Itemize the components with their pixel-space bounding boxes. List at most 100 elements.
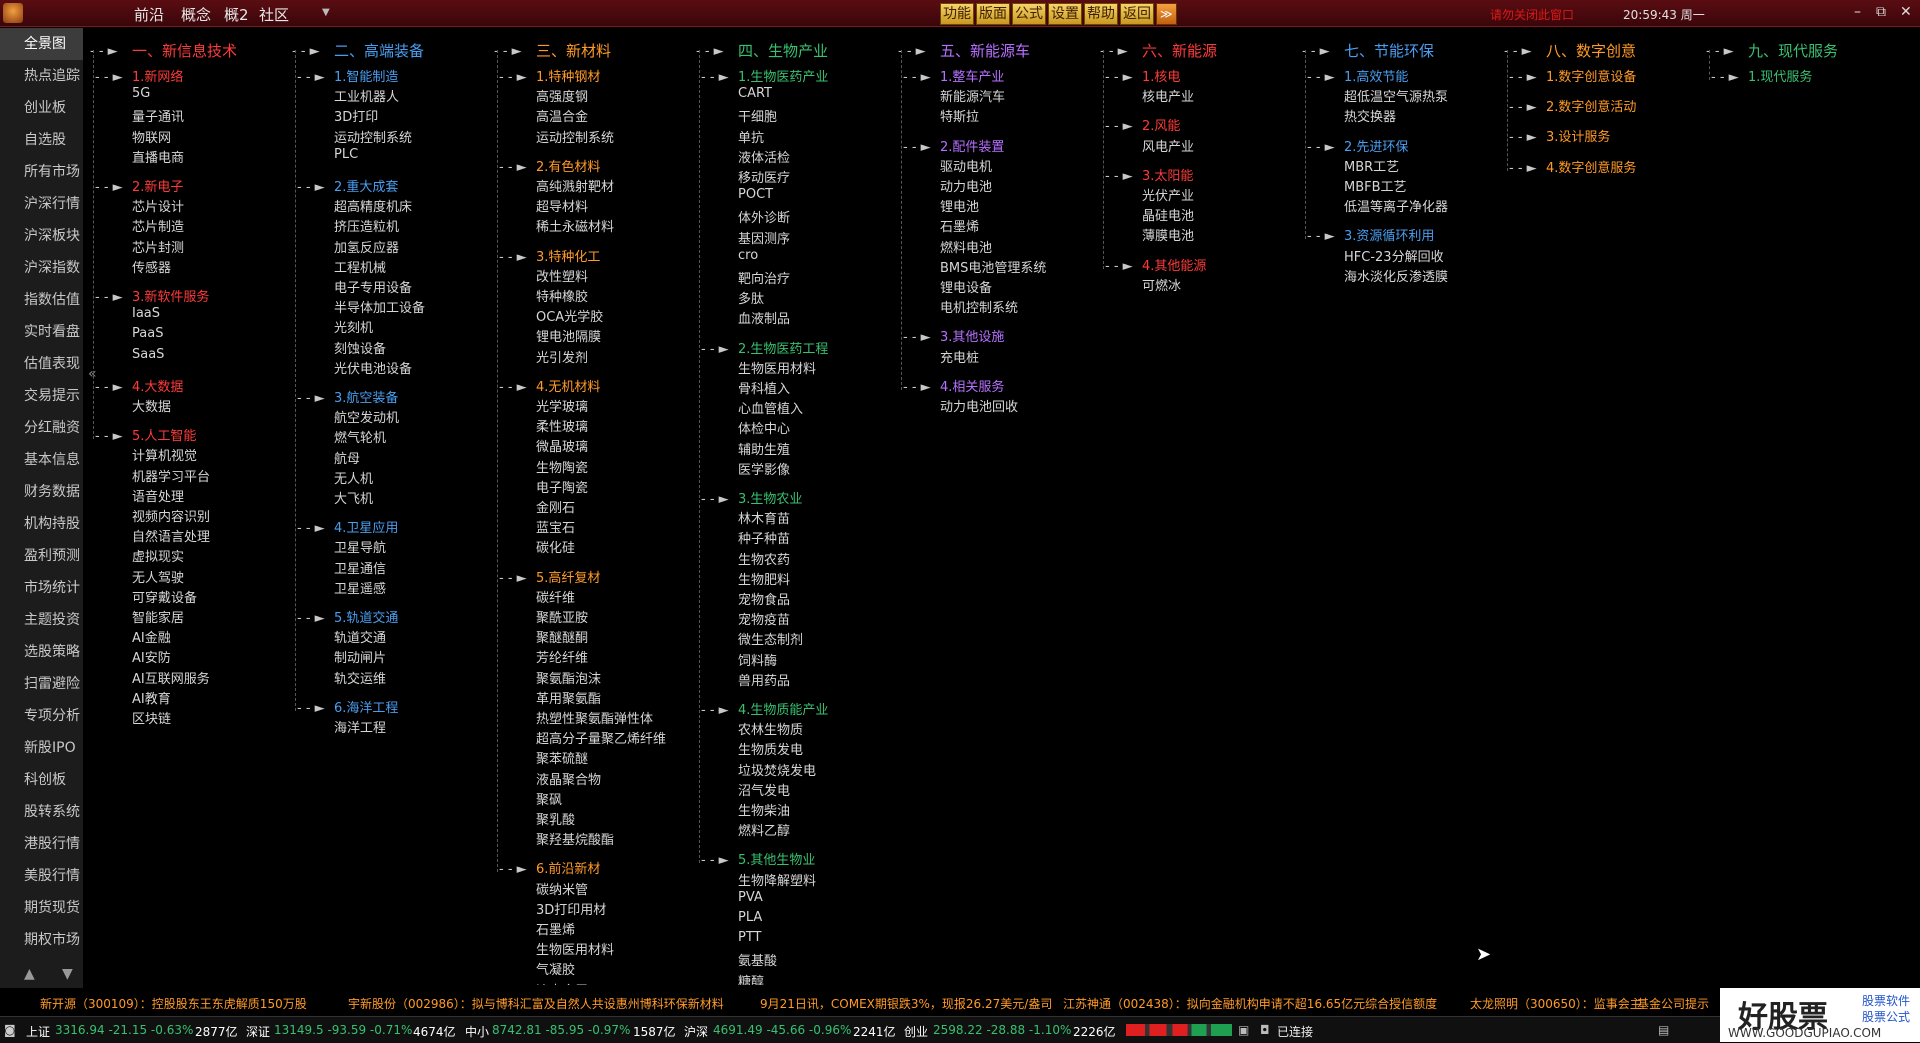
subcategory[interactable]: 3.新软件服务	[132, 286, 209, 305]
concept-item[interactable]: 光刻机	[334, 317, 373, 336]
subcategory[interactable]: 5.高纤复材	[536, 567, 600, 586]
concept-item[interactable]: 轨交运维	[334, 668, 386, 687]
hs-index-label[interactable]: 沪深	[684, 1023, 708, 1040]
category-title[interactable]: 七、节能环保	[1344, 40, 1434, 61]
subcategory[interactable]: 3.生物农业	[738, 488, 802, 507]
sidebar-item[interactable]: 全景图	[0, 28, 83, 60]
concept-item[interactable]: SaaS	[132, 347, 164, 362]
function-button[interactable]: 功能	[940, 3, 974, 25]
concept-item[interactable]: MBFB工艺	[1344, 176, 1407, 195]
subcategory[interactable]: 3.航空装备	[334, 387, 398, 406]
concept-item[interactable]: 可穿戴设备	[132, 587, 197, 606]
sidebar-item[interactable]: 期货现货	[0, 892, 83, 924]
subcategory[interactable]: 4.数字创意服务	[1546, 157, 1636, 176]
concept-item[interactable]: 加氢反应器	[334, 237, 399, 256]
sidebar-item[interactable]: 指数估值	[0, 284, 83, 316]
ticker-item[interactable]: 9月21日讯，COMEX期银跌3%，现报26.27美元/盎司	[760, 995, 1052, 1011]
subcategory[interactable]: 5.其他生物业	[738, 849, 815, 868]
concept-item[interactable]: 制动闸片	[334, 647, 386, 666]
concept-item[interactable]: OCA光学胶	[536, 306, 603, 325]
concept-item[interactable]: 多肽	[738, 288, 764, 307]
sidebar-item[interactable]: 基本信息	[0, 444, 83, 476]
speaker-icon[interactable]: ▤	[1658, 1023, 1669, 1037]
concept-item[interactable]: 机器学习平台	[132, 466, 210, 485]
concept-item[interactable]: 量子通讯	[132, 106, 184, 125]
concept-item[interactable]: PLA	[738, 910, 762, 925]
concept-item[interactable]: 直播电商	[132, 147, 184, 166]
subcategory[interactable]: 1.高效节能	[1344, 66, 1408, 85]
chevron-down-icon[interactable]: ▼	[322, 7, 330, 18]
concept-item[interactable]: 无人机	[334, 468, 373, 487]
concept-item[interactable]: 微生态制剂	[738, 629, 803, 648]
sidebar-item[interactable]: 期权市场	[0, 924, 83, 956]
concept-item[interactable]: 航空发动机	[334, 407, 399, 426]
concept-item[interactable]: 3D打印	[334, 106, 378, 125]
concept-item[interactable]: 干细胞	[738, 106, 777, 125]
concept-item[interactable]: 生物陶瓷	[536, 457, 588, 476]
concept-item[interactable]: 液态金属	[536, 980, 588, 985]
concept-item[interactable]: 宠物疫苗	[738, 609, 790, 628]
sidebar-item[interactable]: 专项分析	[0, 700, 83, 732]
sidebar-item[interactable]: 选股策略	[0, 636, 83, 668]
concept-item[interactable]: 沼气发电	[738, 780, 790, 799]
subcategory[interactable]: 1.生物医药产业	[738, 66, 828, 85]
sidebar-item[interactable]: 所有市场	[0, 156, 83, 188]
concept-item[interactable]: IaaS	[132, 306, 160, 321]
concept-item[interactable]: 饲料酶	[738, 650, 777, 669]
concept-item[interactable]: 宠物食品	[738, 589, 790, 608]
concept-item[interactable]: 充电桩	[940, 347, 979, 366]
concept-item[interactable]: CART	[738, 86, 772, 101]
concept-item[interactable]: 高强度钢	[536, 86, 588, 105]
formula-button[interactable]: 公式	[1012, 3, 1046, 25]
sidebar-item[interactable]: 主题投资	[0, 604, 83, 636]
concept-item[interactable]: 兽用药品	[738, 670, 790, 689]
subcategory[interactable]: 3.资源循环利用	[1344, 225, 1434, 244]
subcategory[interactable]: 1.特种钢材	[536, 66, 600, 85]
subcategory[interactable]: 4.相关服务	[940, 376, 1004, 395]
sidebar-item[interactable]: 机构持股	[0, 508, 83, 540]
sidebar-item[interactable]: 沪深行情	[0, 188, 83, 220]
sidebar-item[interactable]: 港股行情	[0, 828, 83, 860]
subcategory[interactable]: 2.风能	[1142, 115, 1180, 134]
concept-item[interactable]: 航母	[334, 448, 360, 467]
concept-item[interactable]: 锂电设备	[940, 277, 992, 296]
concept-item[interactable]: 动力电池回收	[940, 396, 1018, 415]
subcategory[interactable]: 2.数字创意活动	[1546, 96, 1636, 115]
concept-item[interactable]: 低温等离子净化器	[1344, 196, 1448, 215]
sidebar-item[interactable]: 美股行情	[0, 860, 83, 892]
ticker-item[interactable]: 新开源（300109）：控股股东王东虎解质150万股	[40, 995, 307, 1011]
concept-item[interactable]: 工业机器人	[334, 86, 399, 105]
concept-item[interactable]: AI安防	[132, 647, 171, 666]
concept-item[interactable]: 聚羟基烷酸酯	[536, 829, 614, 848]
category-title[interactable]: 一、新信息技术	[132, 40, 237, 61]
concept-item[interactable]: 生物医用材料	[738, 358, 816, 377]
concept-item[interactable]: 风电产业	[1142, 136, 1194, 155]
concept-item[interactable]: 血液制品	[738, 308, 790, 327]
lock-icon[interactable]: ▣	[1238, 1023, 1249, 1037]
concept-item[interactable]: 骨科植入	[738, 378, 790, 397]
concept-item[interactable]: 自然语言处理	[132, 526, 210, 545]
concept-item[interactable]: 基因测序	[738, 228, 790, 247]
concept-item[interactable]: 大飞机	[334, 488, 373, 507]
concept-item[interactable]: 林木育苗	[738, 508, 790, 527]
concept-item[interactable]: 新能源汽车	[940, 86, 1005, 105]
ticker-item[interactable]: 宇新股份（002986）：拟与博科汇富及自然人共设惠州博科环保新材料	[348, 995, 724, 1011]
ticker-item[interactable]: 太龙照明（300650）：监事会主	[1470, 995, 1642, 1011]
menu-frontier[interactable]: 前沿	[134, 4, 164, 25]
subcategory[interactable]: 3.特种化工	[536, 246, 600, 265]
concept-item[interactable]: 心血管植入	[738, 398, 803, 417]
subcategory[interactable]: 3.其他设施	[940, 326, 1004, 345]
concept-item[interactable]: 3D打印用材	[536, 899, 606, 918]
concept-item[interactable]: 改性塑料	[536, 266, 588, 285]
concept-item[interactable]: 语音处理	[132, 486, 184, 505]
concept-item[interactable]: PVA	[738, 890, 763, 905]
concept-item[interactable]: AI金融	[132, 627, 171, 646]
subcategory[interactable]: 3.太阳能	[1142, 165, 1193, 184]
concept-item[interactable]: 5G	[132, 86, 150, 101]
concept-item[interactable]: 电机控制系统	[940, 297, 1018, 316]
concept-item[interactable]: 光伏产业	[1142, 185, 1194, 204]
sidebar-item[interactable]: 沪深板块	[0, 220, 83, 252]
concept-item[interactable]: 种子种苗	[738, 528, 790, 547]
subcategory[interactable]: 4.无机材料	[536, 376, 600, 395]
gem-index-label[interactable]: 创业	[904, 1023, 928, 1040]
